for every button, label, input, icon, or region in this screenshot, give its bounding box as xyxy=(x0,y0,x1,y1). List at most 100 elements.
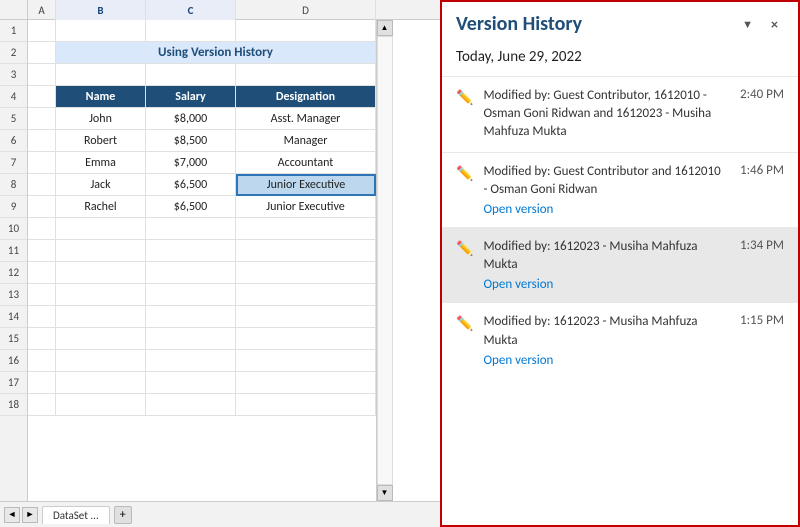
row-num-2[interactable]: 2 xyxy=(0,42,27,64)
cell-a7[interactable] xyxy=(28,152,56,174)
cell-c3[interactable] xyxy=(146,64,236,86)
cell-a2[interactable] xyxy=(28,42,56,64)
grid-content: Using Version History Name Salary Design… xyxy=(28,20,376,501)
grid-row-14 xyxy=(28,306,376,328)
cell-header-name[interactable]: Name xyxy=(56,86,146,108)
row-num-1[interactable]: 1 xyxy=(0,20,27,42)
grid-row-8: Jack $6,500 Junior Executive xyxy=(28,174,376,196)
version-entry-time-2: 1:46 PM xyxy=(734,163,784,178)
grid-row-11 xyxy=(28,240,376,262)
cell-a3[interactable] xyxy=(28,64,56,86)
col-header-d[interactable]: D xyxy=(236,0,376,20)
bottom-tab-bar: ◄ ► DataSet ... + xyxy=(0,501,440,527)
pencil-icon-2: ✏️ xyxy=(456,165,473,182)
grid-row-7: Emma $7,000 Accountant xyxy=(28,152,376,174)
row-num-18[interactable]: 18 xyxy=(0,394,27,416)
cell-salary-2[interactable]: $8,500 xyxy=(146,130,236,152)
version-entry-3: ✏️ Modified by: 1612023 - Musiha Mahfuza… xyxy=(442,227,798,302)
tab-nav-right[interactable]: ► xyxy=(22,507,38,523)
cell-name-2[interactable]: Robert xyxy=(56,130,146,152)
cell-name-5[interactable]: Rachel xyxy=(56,196,146,218)
version-entry-content-4: Modified by: 1612023 - Musiha Mahfuza Mu… xyxy=(483,313,724,367)
open-version-link-2[interactable]: Open version xyxy=(483,202,724,217)
cell-header-designation[interactable]: Designation xyxy=(236,86,376,108)
cell-name-1[interactable]: John xyxy=(56,108,146,130)
row-num-14[interactable]: 14 xyxy=(0,306,27,328)
cell-b1[interactable] xyxy=(56,20,146,42)
tab-navigation-buttons: ◄ ► xyxy=(4,507,38,523)
grid-row-5: John $8,000 Asst. Manager xyxy=(28,108,376,130)
version-history-close-button[interactable]: × xyxy=(765,14,784,35)
open-version-link-3[interactable]: Open version xyxy=(483,277,724,292)
cell-salary-3[interactable]: $7,000 xyxy=(146,152,236,174)
version-history-panel: Version History ▼ × Today, June 29, 2022… xyxy=(440,0,800,527)
row-num-5[interactable]: 5 xyxy=(0,108,27,130)
scroll-down-button[interactable]: ▼ xyxy=(377,485,393,501)
grid-row-3 xyxy=(28,64,376,86)
cell-d1[interactable] xyxy=(236,20,376,42)
cell-a4[interactable] xyxy=(28,86,56,108)
row-num-16[interactable]: 16 xyxy=(0,350,27,372)
cell-header-salary[interactable]: Salary xyxy=(146,86,236,108)
cell-desig-1[interactable]: Asst. Manager xyxy=(236,108,376,130)
version-entry-content-2: Modified by: Guest Contributor and 16120… xyxy=(483,163,724,217)
cell-salary-1[interactable]: $8,000 xyxy=(146,108,236,130)
row-num-12[interactable]: 12 xyxy=(0,262,27,284)
cell-b3[interactable] xyxy=(56,64,146,86)
row-num-7[interactable]: 7 xyxy=(0,152,27,174)
row-numbers: 1 2 3 4 5 6 7 8 9 10 11 12 13 14 15 16 1… xyxy=(0,20,28,501)
row-num-9[interactable]: 9 xyxy=(0,196,27,218)
version-entry-time-4: 1:15 PM xyxy=(734,313,784,328)
cell-c1[interactable] xyxy=(146,20,236,42)
cell-name-3[interactable]: Emma xyxy=(56,152,146,174)
cell-a8[interactable] xyxy=(28,174,56,196)
cell-desig-4[interactable]: Junior Executive xyxy=(236,174,376,196)
col-header-c[interactable]: C xyxy=(146,0,236,20)
cell-salary-4[interactable]: $6,500 xyxy=(146,174,236,196)
row-num-4[interactable]: 4 xyxy=(0,86,27,108)
row-num-3[interactable]: 3 xyxy=(0,64,27,86)
grid-row-1 xyxy=(28,20,376,42)
version-entry-text-4: Modified by: 1612023 - Musiha Mahfuza Mu… xyxy=(483,313,724,349)
version-history-dropdown[interactable]: ▼ xyxy=(738,16,757,33)
row-num-8[interactable]: 8 xyxy=(0,174,27,196)
grid-row-12 xyxy=(28,262,376,284)
row-num-11[interactable]: 11 xyxy=(0,240,27,262)
row-num-17[interactable]: 17 xyxy=(0,372,27,394)
cell-title[interactable]: Using Version History xyxy=(56,42,376,64)
cell-a5[interactable] xyxy=(28,108,56,130)
cell-name-4[interactable]: Jack xyxy=(56,174,146,196)
grid-row-17 xyxy=(28,372,376,394)
row-num-15[interactable]: 15 xyxy=(0,328,27,350)
col-header-a[interactable]: A xyxy=(28,0,56,20)
cell-desig-3[interactable]: Accountant xyxy=(236,152,376,174)
grid-row-4: Name Salary Designation xyxy=(28,86,376,108)
version-entry-2: ✏️ Modified by: Guest Contributor and 16… xyxy=(442,152,798,227)
tab-nav-left[interactable]: ◄ xyxy=(4,507,20,523)
add-sheet-button[interactable]: + xyxy=(114,506,132,524)
cell-d3[interactable] xyxy=(236,64,376,86)
sheet-tab-dataset[interactable]: DataSet ... xyxy=(42,506,110,524)
grid-row-16 xyxy=(28,350,376,372)
col-header-b[interactable]: B xyxy=(56,0,146,20)
version-entry-content-1: Modified by: Guest Contributor, 1612010 … xyxy=(483,87,724,142)
cell-a9[interactable] xyxy=(28,196,56,218)
cell-salary-5[interactable]: $6,500 xyxy=(146,196,236,218)
cell-desig-2[interactable]: Manager xyxy=(236,130,376,152)
cell-a1[interactable] xyxy=(28,20,56,42)
scroll-up-button[interactable]: ▲ xyxy=(377,20,393,36)
grid-row-15 xyxy=(28,328,376,350)
scroll-track[interactable] xyxy=(377,36,393,485)
cell-desig-5[interactable]: Junior Executive xyxy=(236,196,376,218)
version-history-title: Version History xyxy=(456,12,582,36)
pencil-icon-3: ✏️ xyxy=(456,240,473,257)
version-entry-content-3: Modified by: 1612023 - Musiha Mahfuza Mu… xyxy=(483,238,724,292)
cell-a6[interactable] xyxy=(28,130,56,152)
open-version-link-4[interactable]: Open version xyxy=(483,353,724,368)
vertical-scrollbar: ▲ ▼ xyxy=(376,20,392,501)
version-history-entries: ✏️ Modified by: Guest Contributor, 16120… xyxy=(442,76,798,525)
row-num-10[interactable]: 10 xyxy=(0,218,27,240)
version-entry-time-1: 2:40 PM xyxy=(734,87,784,102)
row-num-6[interactable]: 6 xyxy=(0,130,27,152)
row-num-13[interactable]: 13 xyxy=(0,284,27,306)
